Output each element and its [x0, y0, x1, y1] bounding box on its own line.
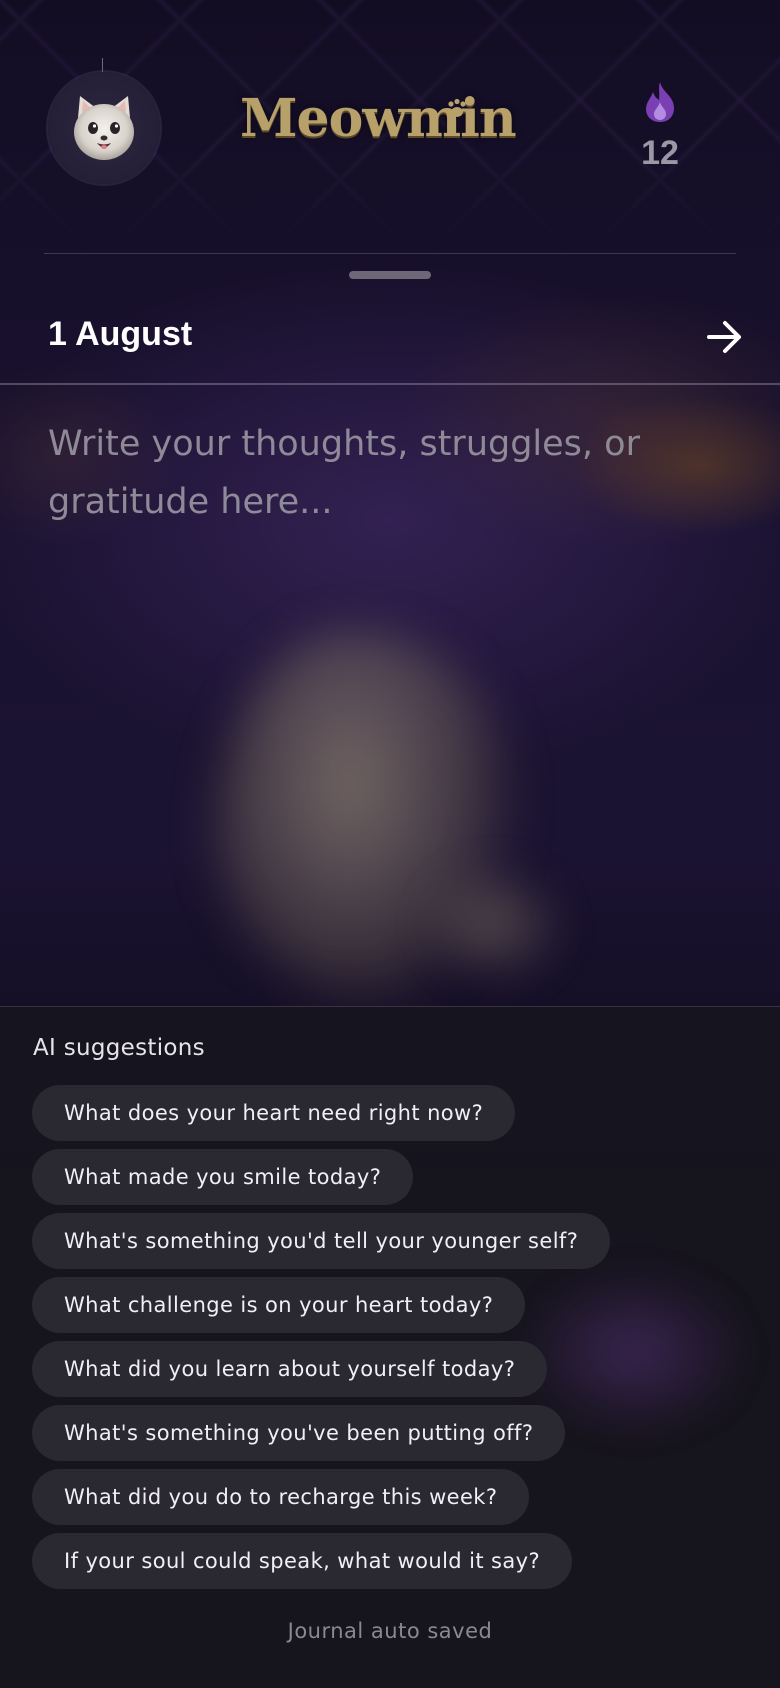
next-day-button[interactable] — [700, 312, 750, 362]
suggestion-chip-list: What does your heart need right now? Wha… — [32, 1085, 752, 1589]
suggestion-chip[interactable]: What's something you'd tell your younger… — [32, 1213, 611, 1269]
suggestion-chip[interactable]: What does your heart need right now? — [32, 1085, 516, 1141]
autosave-status: Journal auto saved — [287, 1619, 493, 1643]
date-divider — [0, 383, 780, 385]
journal-entry-input[interactable] — [48, 415, 738, 985]
ai-suggestions-title: AI suggestions — [33, 1035, 205, 1061]
journal-date: 1 August — [48, 315, 193, 353]
flame-icon — [646, 82, 674, 122]
suggestion-chip[interactable]: What did you learn about yourself today? — [32, 1341, 548, 1397]
journal-screen: Meowmin 12 1 August AI suggestions — [0, 0, 780, 1688]
streak-counter[interactable]: 12 — [630, 80, 690, 190]
header-divider — [44, 253, 736, 254]
suggestion-chip[interactable]: What's something you've been putting off… — [32, 1405, 566, 1461]
ai-suggestions-panel: AI suggestions What does your heart need… — [0, 1006, 780, 1688]
suggestion-chip[interactable]: What did you do to recharge this week? — [32, 1469, 530, 1525]
suggestion-chip[interactable]: If your soul could speak, what would it … — [32, 1533, 573, 1589]
arrow-right-icon — [707, 321, 741, 353]
streak-count: 12 — [641, 134, 679, 172]
paw-icon — [448, 98, 466, 117]
date-row: 1 August — [0, 300, 780, 384]
suggestion-chip[interactable]: What made you smile today? — [32, 1149, 414, 1205]
sheet-drag-handle[interactable] — [349, 271, 431, 279]
suggestion-chip[interactable]: What challenge is on your heart today? — [32, 1277, 526, 1333]
cat-avatar-button[interactable] — [48, 72, 160, 184]
cat-face-icon — [74, 96, 134, 160]
app-header: Meowmin 12 — [0, 0, 780, 255]
